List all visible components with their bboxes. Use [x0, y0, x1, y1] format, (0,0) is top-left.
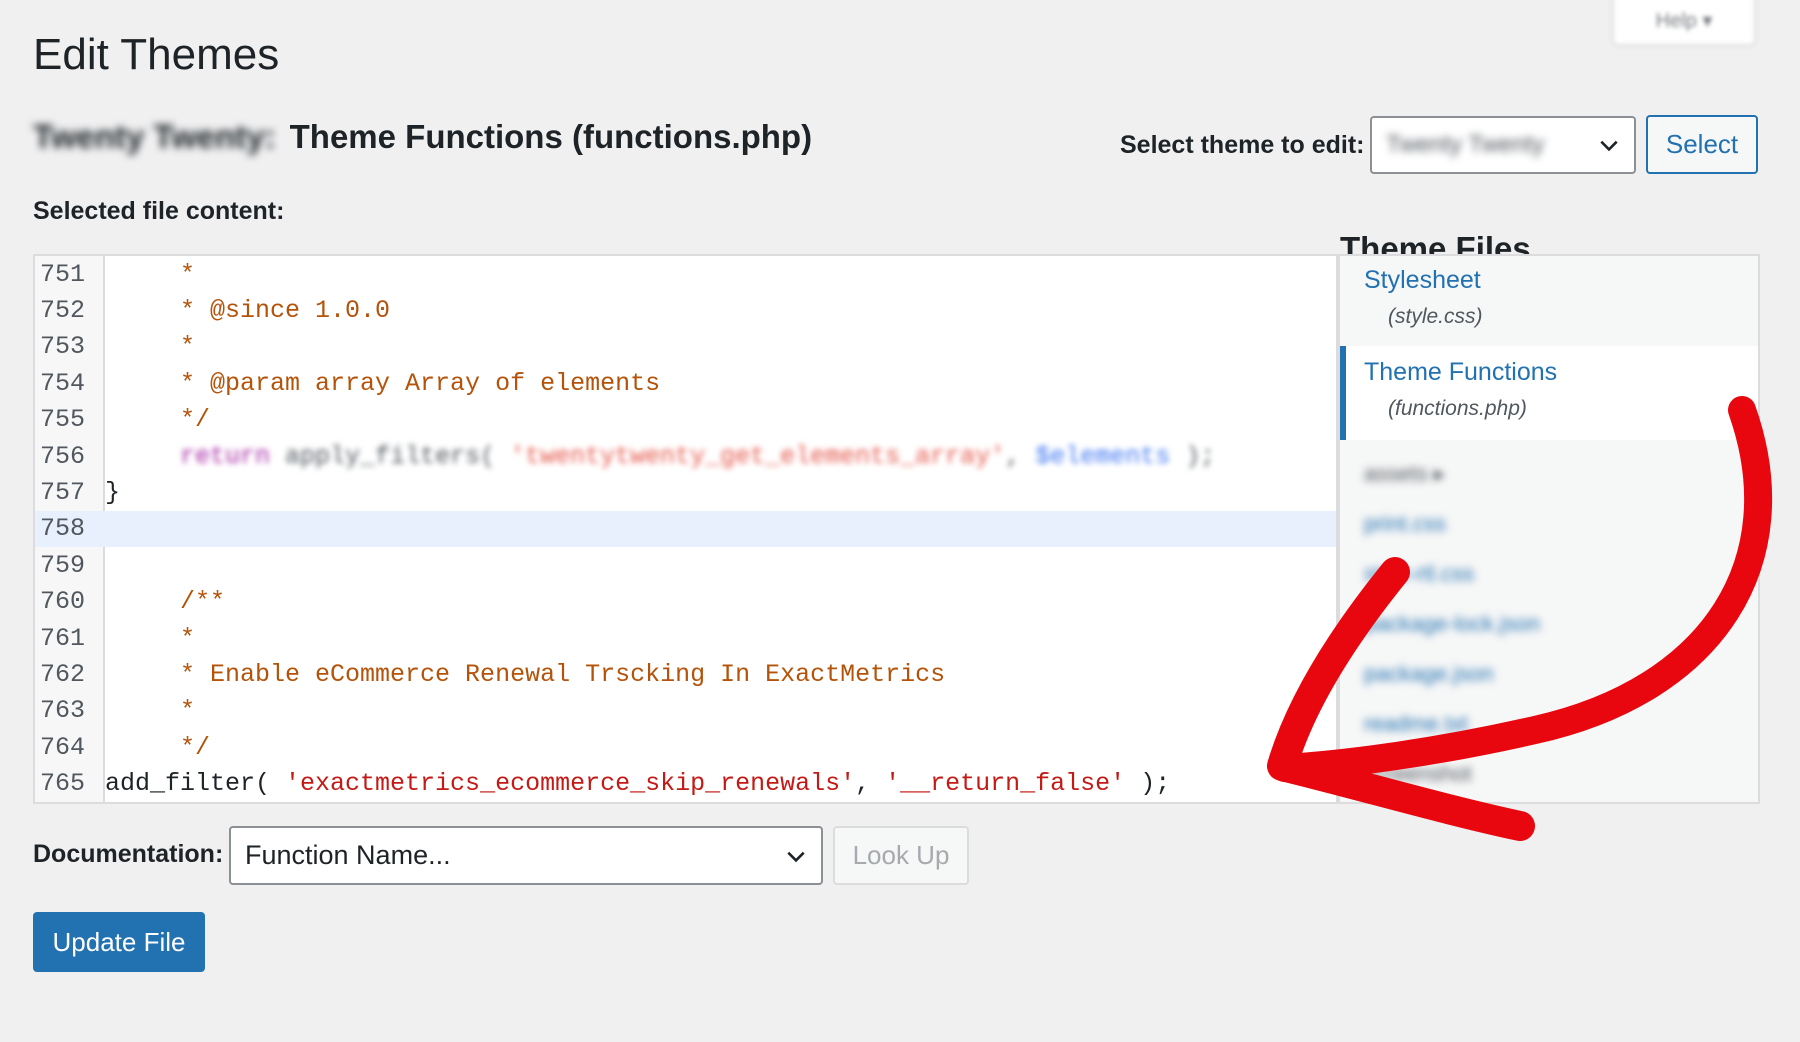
file-content-label: Selected file content:: [33, 197, 285, 225]
help-tab-button[interactable]: Help ▾: [1612, 0, 1756, 46]
code-line[interactable]: 763 *: [35, 693, 1336, 729]
file-label: Theme Functions (functions.php): [289, 118, 813, 155]
code-text: add_filter( 'exactmetrics_ecommerce_skip…: [95, 769, 1170, 798]
file-item-name: Theme Functions: [1364, 358, 1558, 386]
help-tab-label: Help ▾: [1655, 9, 1713, 32]
file-heading: Twenty Twenty: Theme Functions (functions…: [33, 118, 812, 156]
line-number: 754: [39, 368, 85, 398]
file-item-blurred[interactable]: assets ▸: [1364, 461, 1540, 511]
function-name-dropdown[interactable]: Function Name...: [229, 826, 823, 885]
documentation-label: Documentation:: [33, 840, 224, 868]
line-number: 755: [39, 405, 85, 435]
theme-select-value: Twenty Twenty: [1386, 131, 1545, 158]
code-token: ,: [1005, 441, 1021, 471]
page-title: Edit Themes: [33, 30, 280, 79]
code-token: 'twentytwenty_get_elements_array': [510, 441, 1006, 471]
code-text: */: [105, 732, 211, 762]
code-line[interactable]: 754 * @param array Array of elements: [35, 365, 1336, 401]
line-number: 751: [39, 259, 85, 289]
code-text: */: [105, 405, 211, 435]
line-number: 759: [39, 550, 85, 580]
code-line-active[interactable]: 758: [35, 510, 1336, 548]
file-item-blurred[interactable]: package-lock.json: [1364, 611, 1540, 661]
line-number: 762: [39, 660, 85, 690]
code-line[interactable]: 752 * @since 1.0.0: [35, 292, 1336, 328]
code-line[interactable]: 753 *: [35, 329, 1336, 365]
code-token: $elements: [1035, 441, 1171, 471]
code-line[interactable]: 765 add_filter( 'exactmetrics_ecommerce_…: [35, 766, 1336, 802]
blurred-file-list: assets ▸ print.css style-rtl.css package…: [1364, 461, 1540, 802]
theme-select-label: Select theme to edit:: [1120, 131, 1365, 159]
code-text: * @since 1.0.0: [105, 296, 391, 326]
code-token: '__return_false': [885, 769, 1126, 799]
code-text: *: [105, 259, 196, 289]
code-line[interactable]: 762 * Enable eCommerce Renewal Trscking …: [35, 656, 1336, 692]
chevron-down-icon: [1600, 140, 1618, 152]
line-number: 756: [39, 441, 85, 471]
code-text: * Enable eCommerce Renewal Trscking In E…: [105, 660, 946, 690]
theme-name: Twenty Twenty:: [33, 118, 276, 155]
function-name-value: Function Name...: [245, 840, 451, 870]
code-line[interactable]: 760 /**: [35, 584, 1336, 620]
line-number: 758: [39, 514, 85, 544]
code-text: }: [105, 478, 121, 508]
line-number: 752: [39, 296, 85, 326]
line-number: 757: [39, 478, 85, 508]
file-item-blurred[interactable]: readme.txt: [1364, 711, 1540, 761]
theme-files-panel: Stylesheet (style.css) Theme Functions (…: [1338, 254, 1760, 804]
code-text: * @param array Array of elements: [105, 368, 661, 398]
file-item-name: Stylesheet: [1364, 266, 1481, 294]
look-up-button[interactable]: Look Up: [833, 826, 969, 885]
code-line[interactable]: 756 return apply_filters( 'twentytwenty_…: [35, 438, 1336, 474]
code-line[interactable]: 761 *: [35, 620, 1336, 656]
code-line[interactable]: 755 */: [35, 402, 1336, 438]
line-number: 764: [39, 732, 85, 762]
code-token: apply_filters(: [285, 441, 496, 471]
code-token: ,: [855, 769, 886, 799]
file-item-theme-functions[interactable]: Theme Functions (functions.php): [1340, 346, 1758, 440]
code-token: 'exactmetrics_ecommerce_skip_renewals': [285, 769, 856, 799]
line-number: 765: [39, 769, 85, 799]
chevron-down-icon: [787, 851, 805, 862]
theme-select-dropdown[interactable]: Twenty Twenty: [1370, 116, 1636, 174]
code-text: /**: [105, 587, 226, 617]
code-line[interactable]: 759: [35, 547, 1336, 583]
code-line[interactable]: 751 *: [35, 256, 1336, 292]
update-file-button[interactable]: Update File: [33, 912, 205, 972]
code-text-blurred: return apply_filters( 'twentytwenty_get_…: [95, 442, 1215, 471]
line-number: 753: [39, 332, 85, 362]
line-number: 761: [39, 623, 85, 653]
code-line[interactable]: 757 }: [35, 474, 1336, 510]
code-text: *: [105, 623, 196, 653]
code-text: *: [105, 332, 196, 362]
line-number: 760: [39, 587, 85, 617]
line-number: 763: [39, 696, 85, 726]
code-line[interactable]: 764 */: [35, 729, 1336, 765]
code-editor[interactable]: 751 * 752 * @since 1.0.0 753 * 754 * @pa…: [33, 254, 1338, 804]
code-token: add_filter(: [105, 769, 286, 799]
code-token: );: [1125, 769, 1171, 799]
code-token: return: [180, 441, 271, 471]
file-item-filename: (functions.php): [1388, 397, 1527, 420]
file-item-filename: (style.css): [1388, 305, 1483, 328]
code-text: *: [105, 696, 196, 726]
file-item-blurred[interactable]: screenshot: [1364, 761, 1540, 802]
file-item-blurred[interactable]: print.css: [1364, 511, 1540, 561]
file-item-blurred[interactable]: package.json: [1364, 661, 1540, 711]
file-item-blurred[interactable]: style-rtl.css: [1364, 561, 1540, 611]
select-theme-button[interactable]: Select: [1646, 115, 1758, 174]
code-token: );: [1185, 441, 1216, 471]
file-item-stylesheet[interactable]: Stylesheet (style.css): [1340, 266, 1758, 348]
